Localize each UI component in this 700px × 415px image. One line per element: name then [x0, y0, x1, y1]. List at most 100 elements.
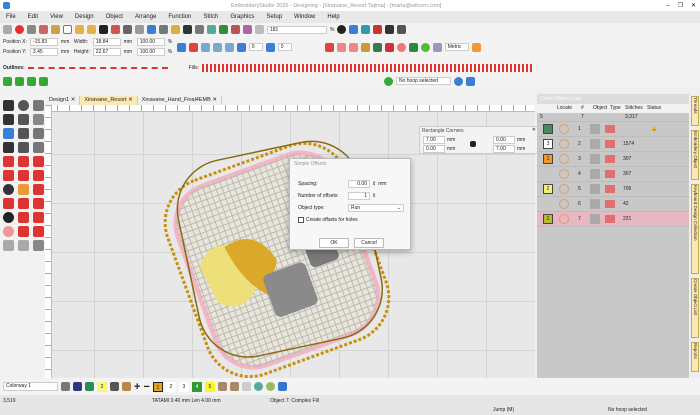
eraser-icon[interactable]	[18, 240, 29, 251]
hoop-center-icon[interactable]	[454, 77, 463, 86]
ring-icon[interactable]	[254, 382, 263, 391]
color-badge[interactable]	[543, 124, 553, 134]
position-y-field[interactable]: 3.45	[30, 48, 58, 56]
menu-stitch[interactable]: Stitch	[197, 14, 224, 20]
color-badge[interactable]: 3	[543, 139, 553, 149]
close-icon[interactable]: ✕	[532, 127, 536, 133]
polygon-icon[interactable]	[33, 142, 44, 153]
distribute-icon[interactable]	[15, 77, 24, 86]
outline-stitch-types[interactable]	[28, 67, 168, 70]
scale-width-field[interactable]: 100.00	[137, 38, 165, 46]
knife-icon[interactable]	[18, 212, 29, 223]
object-type-select[interactable]: Run⌄	[348, 204, 404, 212]
undo-icon[interactable]	[183, 25, 192, 34]
lock-proportions-icon[interactable]	[177, 43, 186, 52]
menu-design[interactable]: Design	[69, 14, 100, 20]
column-icon[interactable]	[3, 170, 14, 181]
object-row[interactable]: 25706	[537, 182, 689, 197]
select-icon[interactable]	[3, 100, 14, 111]
locate-icon[interactable]	[559, 169, 569, 179]
object-row[interactable]: 4307	[537, 167, 689, 182]
lock-icon[interactable]: 🔒	[651, 126, 657, 132]
colors-icon[interactable]	[231, 25, 240, 34]
trim-icon[interactable]	[33, 198, 44, 209]
offsets-spinner[interactable]: ⇕	[372, 193, 376, 199]
copy-icon[interactable]	[159, 25, 168, 34]
tab-xinavane-resort[interactable]: Xinavane_Resort ✕	[80, 96, 137, 105]
reshape-node-icon[interactable]	[3, 114, 14, 125]
menu-function[interactable]: Function	[162, 14, 197, 20]
spool-icon[interactable]	[278, 382, 287, 391]
leaf-2-icon[interactable]	[349, 43, 358, 52]
align-icon[interactable]	[3, 77, 12, 86]
mirror-h-icon[interactable]	[201, 43, 210, 52]
needle-icon[interactable]	[242, 382, 251, 391]
width-field[interactable]: 18.84	[93, 38, 121, 46]
tab-threads[interactable]: Threads	[691, 96, 699, 126]
home-icon[interactable]	[3, 25, 12, 34]
tab-design1[interactable]: Design1 ✕	[45, 96, 80, 105]
network-icon[interactable]	[39, 25, 48, 34]
eyedropper-icon[interactable]	[110, 382, 119, 391]
export-icon[interactable]	[111, 25, 120, 34]
library-icon[interactable]	[51, 25, 60, 34]
close-icon[interactable]: ✕	[128, 97, 133, 103]
run-icon[interactable]	[3, 156, 14, 167]
lock-icon[interactable]	[470, 141, 476, 147]
menu-help[interactable]: Help	[321, 14, 345, 20]
locate-icon[interactable]	[559, 154, 569, 164]
corner-top-right-field[interactable]: 0.00	[493, 136, 515, 144]
stitch-player-icon[interactable]	[243, 25, 252, 34]
mirror-v-icon[interactable]	[213, 43, 222, 52]
shapes-icon[interactable]	[385, 43, 394, 52]
redo-icon[interactable]	[195, 25, 204, 34]
menu-window[interactable]: Window	[288, 14, 321, 20]
col-object[interactable]: Object	[593, 104, 610, 113]
hoop-edit-icon[interactable]	[466, 77, 475, 86]
col-locate[interactable]: Locate	[557, 104, 581, 113]
shirt-icon[interactable]	[409, 43, 418, 52]
tab-reports[interactable]: Reports	[691, 342, 699, 372]
color-swatch[interactable]: 4	[192, 382, 202, 392]
menu-arrange[interactable]: Arrange	[129, 14, 162, 20]
offset-icon[interactable]	[3, 198, 14, 209]
measure-icon[interactable]	[3, 240, 14, 251]
reshape-icon[interactable]	[33, 100, 44, 111]
paste-icon[interactable]	[171, 25, 180, 34]
sequin-icon[interactable]	[18, 226, 29, 237]
save-icon[interactable]	[99, 25, 108, 34]
corner-top-left-field[interactable]: 7.00	[423, 136, 445, 144]
thread-chart-icon[interactable]	[218, 382, 227, 391]
user-icon[interactable]	[255, 25, 264, 34]
color-badge[interactable]: 2	[543, 184, 553, 194]
shirt-icon[interactable]	[85, 382, 94, 391]
menu-view[interactable]: View	[44, 14, 69, 20]
new-icon[interactable]	[63, 25, 72, 34]
satin-icon[interactable]	[18, 156, 29, 167]
shape-icon[interactable]	[18, 142, 29, 153]
print-preview-icon[interactable]	[135, 25, 144, 34]
open-icon[interactable]	[75, 25, 84, 34]
color-swatch[interactable]: 1	[153, 382, 163, 392]
tab-object-list[interactable]: Create Object List	[691, 278, 699, 338]
menu-setup[interactable]: Setup	[260, 14, 288, 20]
center-align-icon[interactable]	[27, 77, 36, 86]
ball-icon[interactable]	[266, 382, 275, 391]
fit-icon[interactable]	[39, 77, 48, 86]
palette-icon[interactable]	[61, 382, 70, 391]
star-icon[interactable]	[18, 184, 29, 195]
locate-icon[interactable]	[559, 199, 569, 209]
close-icon[interactable]: ✕	[212, 97, 217, 103]
print-icon[interactable]	[123, 25, 132, 34]
menu-file[interactable]: File	[0, 14, 22, 20]
height-field[interactable]: 22.67	[93, 48, 121, 56]
corner-bottom-right-field[interactable]: 7.00	[493, 145, 515, 153]
locate-icon[interactable]	[559, 139, 569, 149]
col-number[interactable]: #	[581, 104, 593, 113]
tab-embroidery-object[interactable]: Embroidery Object	[691, 130, 699, 180]
menu-edit[interactable]: Edit	[22, 14, 44, 20]
tab-design-collection[interactable]: Keyboard Design Collection	[691, 184, 699, 274]
pen-icon[interactable]	[18, 114, 29, 125]
color-wheel-icon[interactable]	[421, 43, 430, 52]
fill-color-icon[interactable]	[122, 382, 131, 391]
